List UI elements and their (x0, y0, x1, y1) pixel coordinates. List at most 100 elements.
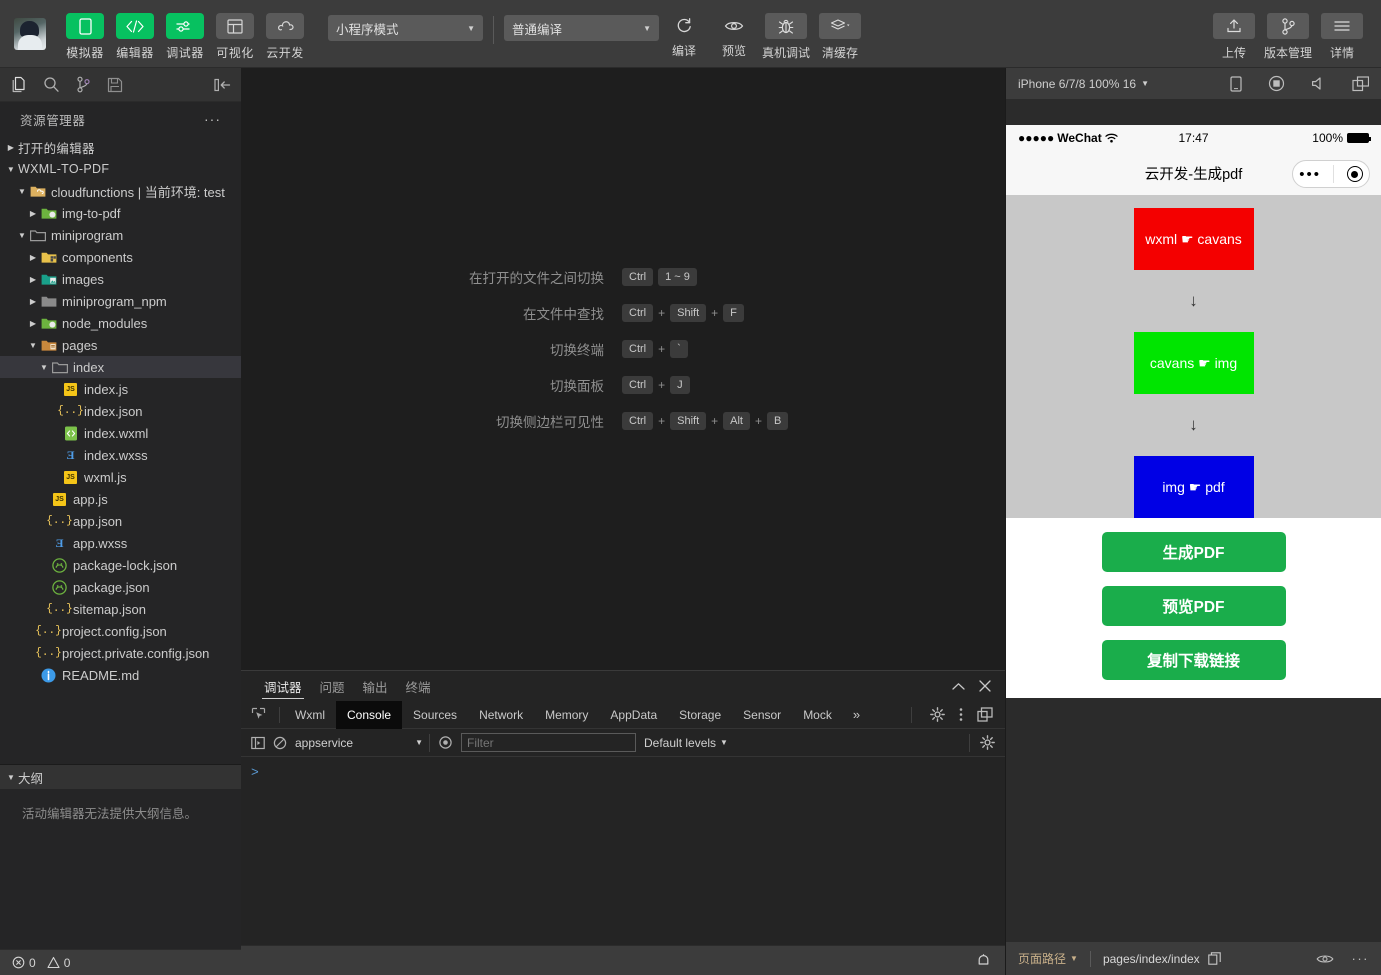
compile-button[interactable]: 编译 (659, 0, 709, 59)
details-button[interactable]: 详情 (1315, 0, 1369, 61)
tree-folder-item[interactable]: ▶ node_modules (0, 312, 241, 334)
folder-open-grey-icon (29, 228, 46, 242)
save-icon[interactable] (107, 77, 123, 93)
console-context-select[interactable]: appservice ▼ (295, 733, 430, 752)
phone-button-3[interactable]: 复制下载链接 (1101, 640, 1286, 680)
explorer-more-icon[interactable]: ··· (204, 111, 221, 127)
tree-file-item[interactable]: README.md (0, 664, 241, 686)
tree-file-item[interactable]: {..} project.config.json (0, 620, 241, 642)
upload-button[interactable]: 上传 (1207, 0, 1261, 61)
console-sidebar-icon[interactable] (251, 736, 265, 750)
copy-icon[interactable] (1207, 952, 1221, 965)
more-vertical-icon[interactable] (959, 707, 963, 722)
panel-tab[interactable]: 终端 (397, 671, 440, 701)
tree-section-header[interactable]: ▼ WXML-TO-PDF (0, 158, 241, 180)
tree-file-item[interactable]: {..} sitemap.json (0, 598, 241, 620)
tree-folder-item[interactable]: ▶ img-to-pdf (0, 202, 241, 224)
toolbar-button-cloud[interactable]: 云开发 (260, 0, 310, 61)
tree-file-item[interactable]: {..} app.json (0, 510, 241, 532)
tree-section-header[interactable]: ▶ 打开的编辑器 (0, 136, 241, 158)
tree-file-item[interactable]: JS wxml.js (0, 466, 241, 488)
phone-button-2[interactable]: 预览PDF (1101, 586, 1286, 626)
gear-icon[interactable] (930, 707, 945, 722)
search-icon[interactable] (43, 76, 60, 93)
chevron-up-icon[interactable] (952, 682, 965, 691)
tree-file-item[interactable]: Ǝapp.wxss (0, 532, 241, 554)
phone-button-1[interactable]: 生成PDF (1101, 532, 1286, 572)
devtools-tab-console[interactable]: Console (336, 700, 403, 729)
devtools-tab-mock[interactable]: Mock (792, 701, 843, 729)
tree-folder-item[interactable]: ▼ index (0, 356, 241, 378)
volume-icon[interactable] (1311, 76, 1326, 91)
toolbar-button-editor[interactable]: 编辑器 (110, 0, 160, 61)
version-control-button[interactable]: 版本管理 (1261, 0, 1315, 61)
devtools-tab-storage[interactable]: Storage (668, 701, 732, 729)
devtools-tab-network[interactable]: Network (468, 701, 534, 729)
close-capsule-icon[interactable] (1346, 166, 1363, 182)
clear-console-icon[interactable] (273, 736, 287, 750)
page-path-select[interactable]: 页面路径 ▼ (1018, 950, 1078, 967)
devtools-tab-appdata[interactable]: AppData (599, 701, 668, 729)
eye-icon[interactable] (1316, 953, 1334, 965)
tree-file-item[interactable]: {..} index.json (0, 400, 241, 422)
tree-file-item[interactable]: Ǝindex.wxss (0, 444, 241, 466)
outline-section-header[interactable]: ▼ 大纲 (0, 765, 241, 789)
devtools-tab-sources[interactable]: Sources (402, 701, 468, 729)
avatar[interactable] (14, 18, 46, 50)
tree-file-item[interactable]: JS app.js (0, 488, 241, 510)
tree-folder-item[interactable]: ▼ pages (0, 334, 241, 356)
warning-status[interactable]: 0 (47, 956, 70, 970)
tree-folder-item[interactable]: ▶ components (0, 246, 241, 268)
chevron-down-icon: ▼ (1070, 954, 1078, 963)
devtools-tab-sensor[interactable]: Sensor (732, 701, 792, 729)
console-eye-icon[interactable] (438, 735, 453, 750)
tree-item-label: miniprogram_npm (62, 293, 167, 309)
preview-button[interactable]: 预览 (709, 0, 759, 59)
tree-file-item[interactable]: index.wxml (0, 422, 241, 444)
tree-folder-item[interactable]: ▶ images (0, 268, 241, 290)
console-filter-input[interactable] (461, 733, 636, 752)
tree-folder-item[interactable]: ▶ miniprogram_npm (0, 290, 241, 312)
toolbar-label-editor: 编辑器 (116, 46, 154, 60)
wechat-capsule[interactable]: ••• (1292, 160, 1370, 188)
inspect-element-icon[interactable] (241, 707, 275, 722)
tree-file-item[interactable]: JS index.js (0, 378, 241, 400)
devtools-tab-memory[interactable]: Memory (534, 701, 599, 729)
mode-select[interactable]: 小程序模式 ▼ (328, 15, 483, 41)
clear-cache-button[interactable]: 清缓存 (813, 0, 867, 61)
close-icon[interactable] (979, 680, 991, 692)
files-icon[interactable] (10, 76, 27, 93)
panel-tab[interactable]: 输出 (354, 671, 397, 701)
toolbar-button-simulator[interactable]: 模拟器 (60, 0, 110, 61)
console-output[interactable]: > (241, 757, 1005, 945)
record-icon[interactable] (1268, 75, 1285, 92)
panel-tab[interactable]: 问题 (311, 671, 354, 701)
multiwindow-icon[interactable] (1352, 75, 1369, 92)
compile-select[interactable]: 普通编译 ▼ (504, 15, 659, 41)
file-tree[interactable]: ▶ 打开的编辑器 ▼ WXML-TO-PDF ▼ cloudfunctions | 当前环… (0, 136, 241, 764)
real-device-debug-button[interactable]: 真机调试 (759, 0, 813, 61)
panel-tab[interactable]: 调试器 (255, 671, 311, 701)
tree-folder-item[interactable]: ▼ miniprogram (0, 224, 241, 246)
gear-icon[interactable] (980, 735, 995, 750)
toolbar-button-visualization[interactable]: 可视化 (210, 0, 260, 61)
tree-file-item[interactable]: package.json (0, 576, 241, 598)
tree-file-item[interactable]: package-lock.json (0, 554, 241, 576)
device-select[interactable]: iPhone 6/7/8 100% 16 ▼ (1018, 77, 1149, 91)
source-control-icon[interactable] (76, 76, 91, 93)
devtools-tab-wxml[interactable]: Wxml (284, 701, 336, 729)
more-icon[interactable]: ··· (1352, 951, 1370, 966)
devtools-more-icon[interactable]: » (843, 707, 870, 722)
tree-file-item[interactable]: {..} project.private.config.json (0, 642, 241, 664)
bell-icon[interactable] (976, 953, 991, 969)
error-status[interactable]: 0 (12, 956, 36, 970)
undock-icon[interactable] (977, 707, 993, 722)
collapse-sidebar-icon[interactable] (214, 78, 231, 92)
avatar-container[interactable] (0, 0, 60, 68)
battery-percent: 100% (1312, 131, 1343, 145)
toolbar-button-debugger[interactable]: 调试器 (160, 0, 210, 61)
more-icon[interactable]: ••• (1299, 167, 1321, 182)
tree-folder-item[interactable]: ▼ cloudfunctions | 当前环境: test (0, 180, 241, 202)
rotate-device-icon[interactable] (1230, 75, 1242, 92)
console-levels-select[interactable]: Default levels ▼ (644, 736, 728, 750)
